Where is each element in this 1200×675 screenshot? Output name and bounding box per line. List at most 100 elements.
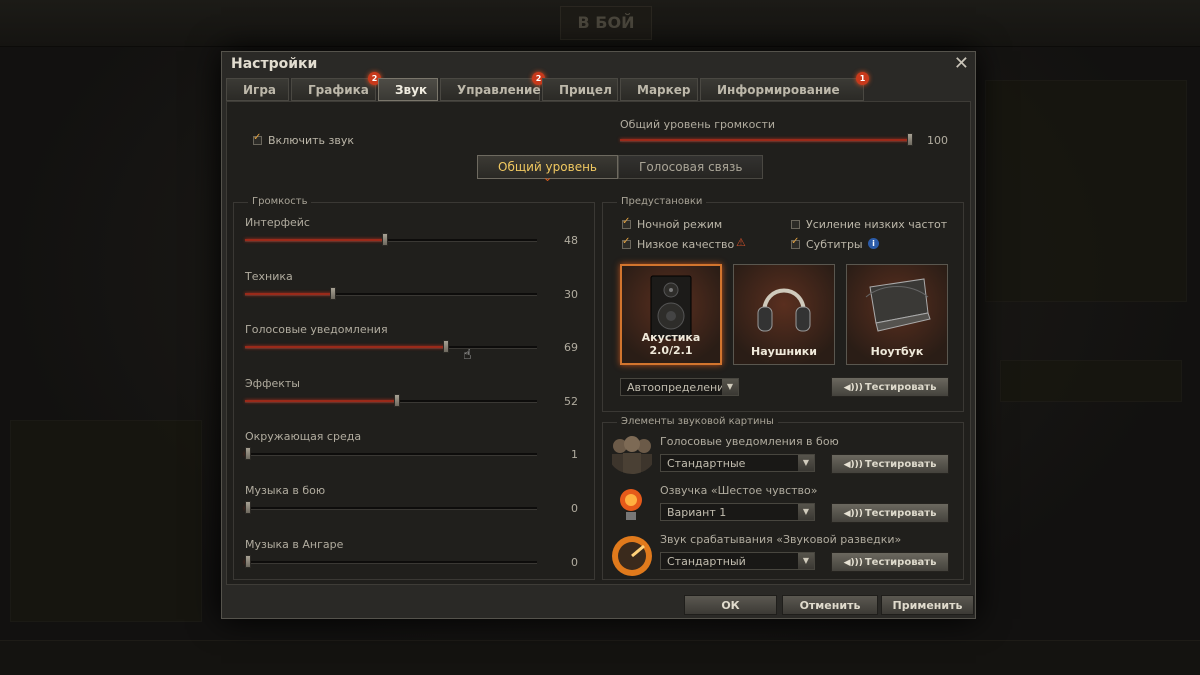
sixth-sense-label: Озвучка «Шестое чувство» [660, 484, 818, 497]
tab-sound[interactable]: Звук [378, 78, 438, 101]
volume-slider[interactable] [245, 555, 537, 568]
volume-value: 30 [564, 288, 578, 301]
volume-label: Интерфейс [245, 216, 310, 229]
slider-track [245, 507, 537, 510]
checkbox-box [622, 236, 631, 249]
voice-notifications-label: Голосовые уведомления в бою [660, 435, 839, 448]
dialog-title: Настройки [231, 56, 318, 72]
tab-marker[interactable]: Маркер [620, 78, 698, 101]
warning-icon: ⚠ [736, 236, 746, 249]
checkbox-box [791, 236, 800, 249]
slider-thumb[interactable] [394, 394, 400, 407]
chevron-down-icon: ▼ [798, 504, 814, 520]
volume-label: Голосовые уведомления [245, 323, 388, 336]
volume-slider[interactable] [245, 340, 537, 353]
test-sound-scouting-button[interactable]: ◀))) Тестировать [831, 552, 949, 572]
checkbox-label: Усиление низких частот [806, 218, 948, 231]
checkbox-box [791, 220, 800, 229]
close-icon[interactable]: ✕ [954, 53, 969, 74]
tab-battle-info[interactable]: Информирование в бою1 [700, 72, 869, 120]
volume-value: 1 [571, 448, 578, 461]
tab-controls[interactable]: Управление 2 [440, 72, 545, 101]
volume-slider[interactable] [245, 501, 537, 514]
lightbulb-icon [620, 489, 642, 520]
device-autodetect-select[interactable]: Автоопределение ▼ [620, 378, 739, 396]
sound-scouting-label: Звук срабатывания «Звуковой разведки» [660, 533, 902, 546]
slider-thumb[interactable] [245, 447, 251, 460]
laptop-icon [865, 278, 931, 332]
low-quality-checkbox[interactable]: Низкое качество [622, 236, 735, 251]
bass-boost-checkbox[interactable]: Усиление низких частот [791, 218, 947, 231]
subtitles-checkbox[interactable]: Субтитры [791, 236, 863, 251]
checkbox-box [622, 216, 631, 229]
slider-thumb[interactable] [443, 340, 449, 353]
background-panel-right [985, 80, 1187, 302]
checkbox-label: Включить звук [268, 134, 355, 147]
notification-badge: 1 [856, 72, 869, 85]
volume-label: Техника [245, 270, 293, 283]
speaker-small-icon: ◀))) [843, 558, 863, 568]
segment-voice-chat[interactable]: Голосовая связь [618, 155, 764, 179]
button-label: Тестировать [864, 508, 937, 519]
preset-headphones[interactable]: Наушники [733, 264, 835, 365]
preset-label: Акустика 2.0/2.1 [641, 331, 701, 357]
tab-label: Прицел [559, 83, 612, 97]
speaker-small-icon: ◀))) [843, 383, 863, 393]
slider-fill [620, 139, 910, 141]
checkbox-label: Ночной режим [637, 218, 723, 231]
volume-label: Музыка в бою [245, 484, 326, 497]
slider-fill [245, 239, 385, 241]
tab-label: Маркер [637, 83, 691, 97]
slider-fill [245, 346, 446, 348]
button-label: Тестировать [864, 382, 937, 393]
sound-settings-panel: Включить звук Общий уровень громкости 10… [226, 101, 971, 585]
preset-laptop[interactable]: Ноутбук [846, 264, 948, 365]
settings-tabs: Игра Графика 2 Звук Управление 2 Прицел Ма… [226, 72, 869, 120]
chevron-down-icon: ▼ [798, 455, 814, 471]
slider-thumb[interactable] [907, 133, 913, 146]
slider-thumb[interactable] [382, 233, 388, 246]
checkbox-box [253, 132, 262, 145]
crew-icon [612, 436, 652, 474]
tab-label: Звук [395, 83, 428, 97]
slider-fill [245, 293, 333, 295]
slider-thumb[interactable] [245, 501, 251, 514]
apply-button[interactable]: Применить [881, 595, 974, 615]
checkbox-label: Субтитры [806, 238, 863, 251]
tab-game[interactable]: Игра [226, 78, 289, 101]
slider-thumb[interactable] [245, 555, 251, 568]
volume-value: 0 [571, 556, 578, 569]
test-voice-notifications-button[interactable]: ◀))) Тестировать [831, 454, 949, 474]
slider-track [245, 453, 537, 456]
background-panel-right-lower [1000, 360, 1182, 402]
voice-notifications-select[interactable]: Стандартные ▼ [660, 454, 815, 472]
tab-graphics[interactable]: Графика 2 [291, 72, 381, 101]
select-value: Автоопределение [627, 381, 732, 394]
volume-slider[interactable] [245, 394, 537, 407]
master-volume-slider[interactable] [620, 133, 913, 146]
slider-track [245, 561, 537, 564]
preset-speakers[interactable]: Акустика 2.0/2.1 [620, 264, 722, 365]
select-value: Стандартный [667, 555, 746, 568]
tab-sight[interactable]: Прицел [542, 78, 618, 101]
sixth-sense-select[interactable]: Вариант 1 ▼ [660, 503, 815, 521]
checkbox-label: Низкое качество [637, 238, 735, 251]
volume-value: 0 [571, 502, 578, 515]
test-sixth-sense-button[interactable]: ◀))) Тестировать [831, 503, 949, 523]
sound-scouting-select[interactable]: Стандартный ▼ [660, 552, 815, 570]
volume-value: 48 [564, 234, 578, 247]
info-icon: i [868, 238, 879, 249]
volume-slider[interactable] [245, 233, 537, 246]
test-device-button[interactable]: ◀))) Тестировать [831, 377, 949, 397]
button-label: Тестировать [864, 459, 937, 470]
volume-label: Музыка в Ангаре [245, 538, 344, 551]
tab-label: Управление [457, 83, 541, 97]
enable-sound-checkbox[interactable]: Включить звук [253, 132, 355, 147]
volume-slider[interactable] [245, 447, 537, 460]
ok-button[interactable]: ОК [684, 595, 777, 615]
volume-slider[interactable] [245, 287, 537, 300]
segment-general[interactable]: Общий уровень [477, 155, 618, 188]
slider-thumb[interactable] [330, 287, 336, 300]
cancel-button[interactable]: Отменить [782, 595, 878, 615]
night-mode-checkbox[interactable]: Ночной режим [622, 216, 723, 231]
